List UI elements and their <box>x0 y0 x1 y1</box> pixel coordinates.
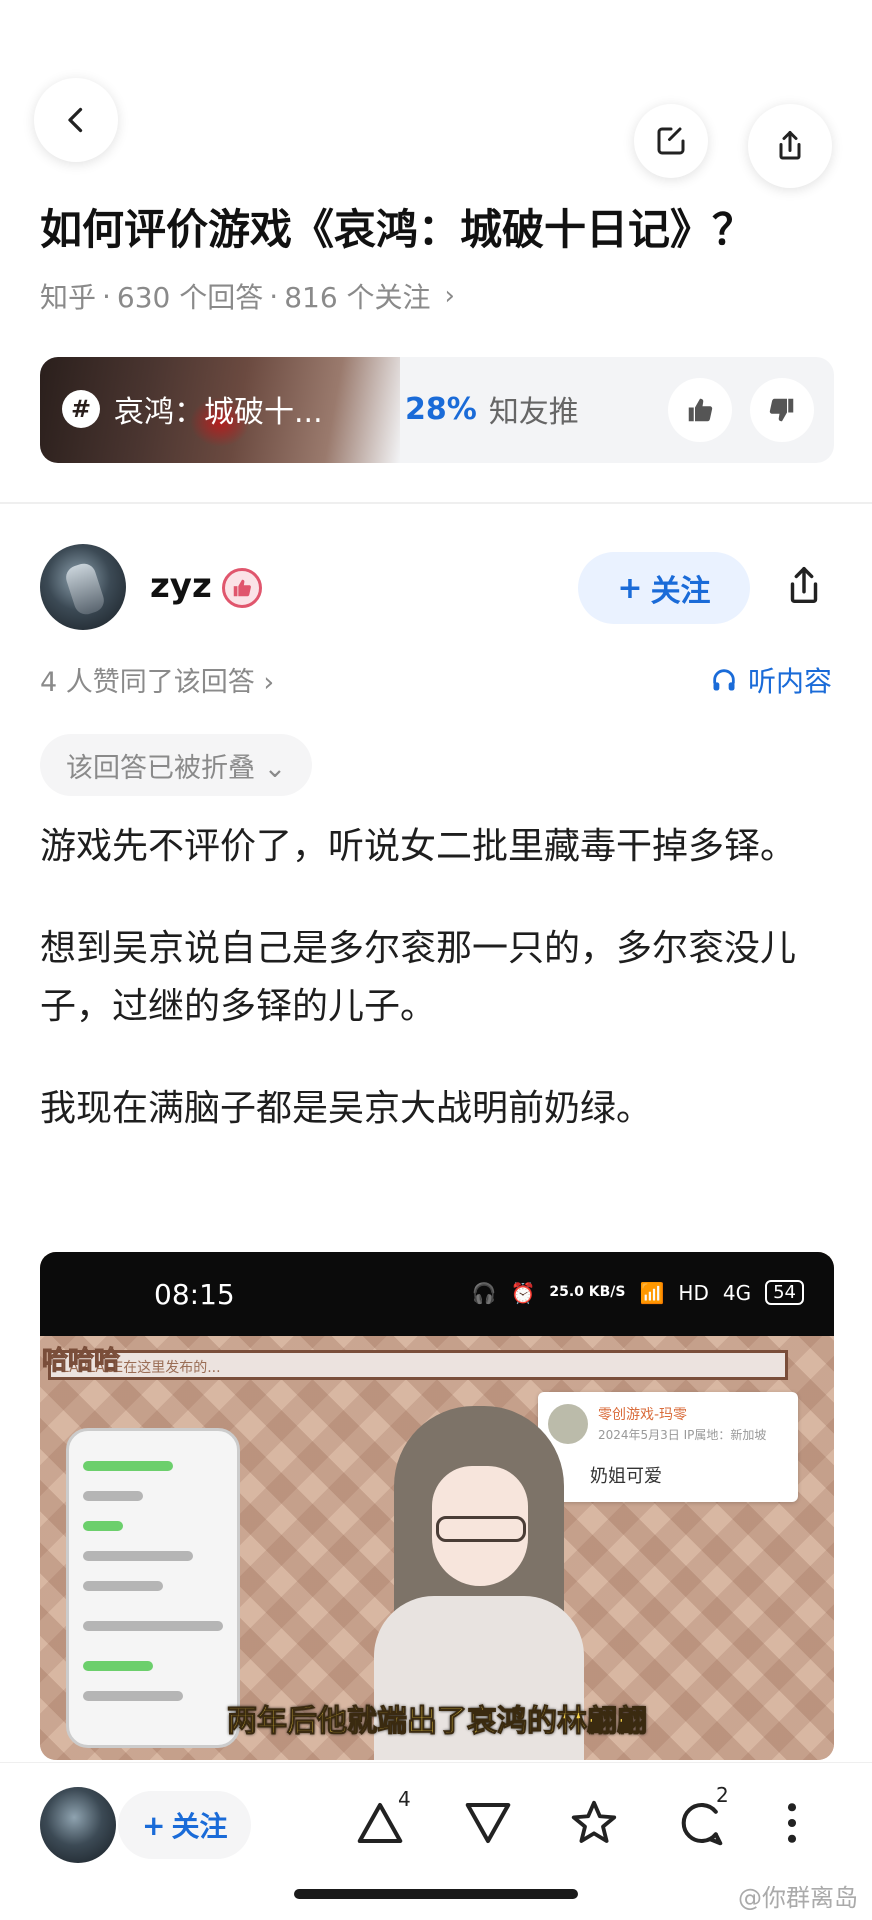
answer-image[interactable]: 08:15 🎧 ⏰ 25.0 KB/S 📶 HD 4G 54 LAPLACE在这… <box>40 1252 834 1760</box>
star-icon <box>571 1800 617 1843</box>
hd-label: HD <box>678 1280 709 1305</box>
recommend-label: 知友推 <box>488 395 579 430</box>
thumbs-down-icon <box>769 398 794 422</box>
meta-dot: · <box>269 279 279 313</box>
meta-dot: · <box>102 279 111 313</box>
answer-paragraph: 游戏先不评价了，听说女二批里藏毒干掉多铎。 <box>40 826 797 867</box>
answer-paragraph: 想到吴京说自己是多尔衮那一只的，多尔衮没儿子，过继的多铎的儿子。 <box>40 928 797 1027</box>
edit-icon <box>657 127 685 155</box>
bottom-follow-button[interactable]: + 关注 <box>118 1791 252 1859</box>
folded-notice[interactable]: 该回答已被折叠 ⌄ <box>40 734 313 796</box>
wifi-icon: 📶 <box>639 1280 665 1305</box>
video-subtitle: 两年后他就端出了哀鸿的林翩翩 <box>227 1704 648 1740</box>
listen-label: 听内容 <box>747 665 832 698</box>
plus-icon: + <box>142 1808 166 1842</box>
hashtag-icon: # <box>62 390 100 428</box>
topic-label: # 哀鸿：城破十... <box>62 387 323 431</box>
question-source: 知乎 <box>40 281 97 314</box>
thumbs-up-icon <box>688 398 713 422</box>
home-indicator[interactable] <box>294 1889 578 1899</box>
favorite-button[interactable] <box>562 1791 626 1855</box>
author-avatar[interactable] <box>40 544 126 630</box>
recommend-percent: 28% <box>405 391 477 427</box>
back-icon <box>68 107 83 133</box>
headphones-icon <box>713 669 735 691</box>
comment-count: 2 <box>716 1783 729 1807</box>
edit-button[interactable] <box>634 104 708 178</box>
stream-banner: LAPLACE在这里发布的... <box>48 1350 788 1380</box>
haha-overlay: 哈哈哈 <box>41 1346 121 1377</box>
network-label: 4G <box>722 1280 752 1305</box>
section-divider <box>0 502 872 504</box>
topic-card[interactable]: # 哀鸿：城破十... 28% 知友推 <box>40 357 834 463</box>
listen-button[interactable]: 听内容 <box>710 660 832 700</box>
follow-label: 关注 <box>171 1810 228 1843</box>
question-meta[interactable]: 知乎 · 630 个回答 · 816 个关注 › <box>40 276 455 316</box>
answer-paragraph: 我现在满脑子都是吴京大战明前奶绿。 <box>40 1088 653 1129</box>
answer-body: 游戏先不评价了，听说女二批里藏毒干掉多铎。 想到吴京说自己是多尔衮那一只的，多尔… <box>40 818 840 1182</box>
share-icon <box>779 131 801 160</box>
downvote-button[interactable] <box>456 1791 520 1855</box>
chevron-right-icon: › <box>444 281 455 311</box>
follow-label: 关注 <box>650 574 711 609</box>
downvote-icon <box>465 1802 511 1844</box>
share-icon <box>790 567 818 604</box>
upvote-count: 4 <box>398 1787 411 1811</box>
question-title: 如何评价游戏《哀鸿：城破十日记》？ <box>40 205 755 254</box>
topic-name: 哀鸿：城破十... <box>114 395 323 430</box>
network-speed: 25.0 KB/S <box>549 1284 626 1300</box>
follower-count: 816 个关注 <box>284 281 431 314</box>
follow-author-button[interactable]: + 关注 <box>578 552 750 624</box>
alarm-icon: ⏰ <box>510 1280 536 1305</box>
author-avatar-small[interactable] <box>40 1787 116 1863</box>
battery-level: 54 <box>765 1280 804 1305</box>
weibo-watermark: @你群离岛 <box>738 1884 858 1912</box>
more-button[interactable] <box>760 1791 824 1855</box>
back-button[interactable] <box>34 78 118 162</box>
thumbs-down-button[interactable] <box>750 378 814 442</box>
agree-count[interactable]: 4 人赞同了该回答 › <box>40 660 274 699</box>
share-button[interactable] <box>748 104 832 188</box>
recommend-rate: 28% 知友推 <box>405 387 579 431</box>
more-vertical-icon <box>787 1803 797 1843</box>
comment-date: 2024年5月3日 IP属地：新加坡 <box>598 1428 767 1442</box>
comment-text: 奶姐可爱 <box>590 1466 662 1487</box>
comment-user: 零创游戏-玛零 <box>598 1407 688 1423</box>
embedded-status-bar: 08:15 🎧 ⏰ 25.0 KB/S 📶 HD 4G 54 <box>40 1252 834 1336</box>
headphone-status-icon: 🎧 <box>471 1280 497 1305</box>
author-name[interactable]: zyz <box>150 566 212 606</box>
embedded-stream-frame: LAPLACE在这里发布的... 哈哈哈 零创游戏-玛零 2024年5月3日 I… <box>40 1336 834 1760</box>
thumbs-up-button[interactable] <box>668 378 732 442</box>
stream-comment-card: 零创游戏-玛零 2024年5月3日 IP属地：新加坡 奶姐可爱 <box>538 1392 798 1502</box>
author-badge-icon <box>222 568 262 608</box>
embedded-status-icons: 🎧 ⏰ 25.0 KB/S 📶 HD 4G 54 <box>472 1280 804 1305</box>
plus-icon: + <box>617 570 643 606</box>
share-answer-button[interactable] <box>776 558 832 614</box>
answer-count: 630 个回答 <box>116 281 264 314</box>
embedded-time: 08:15 <box>154 1278 235 1311</box>
